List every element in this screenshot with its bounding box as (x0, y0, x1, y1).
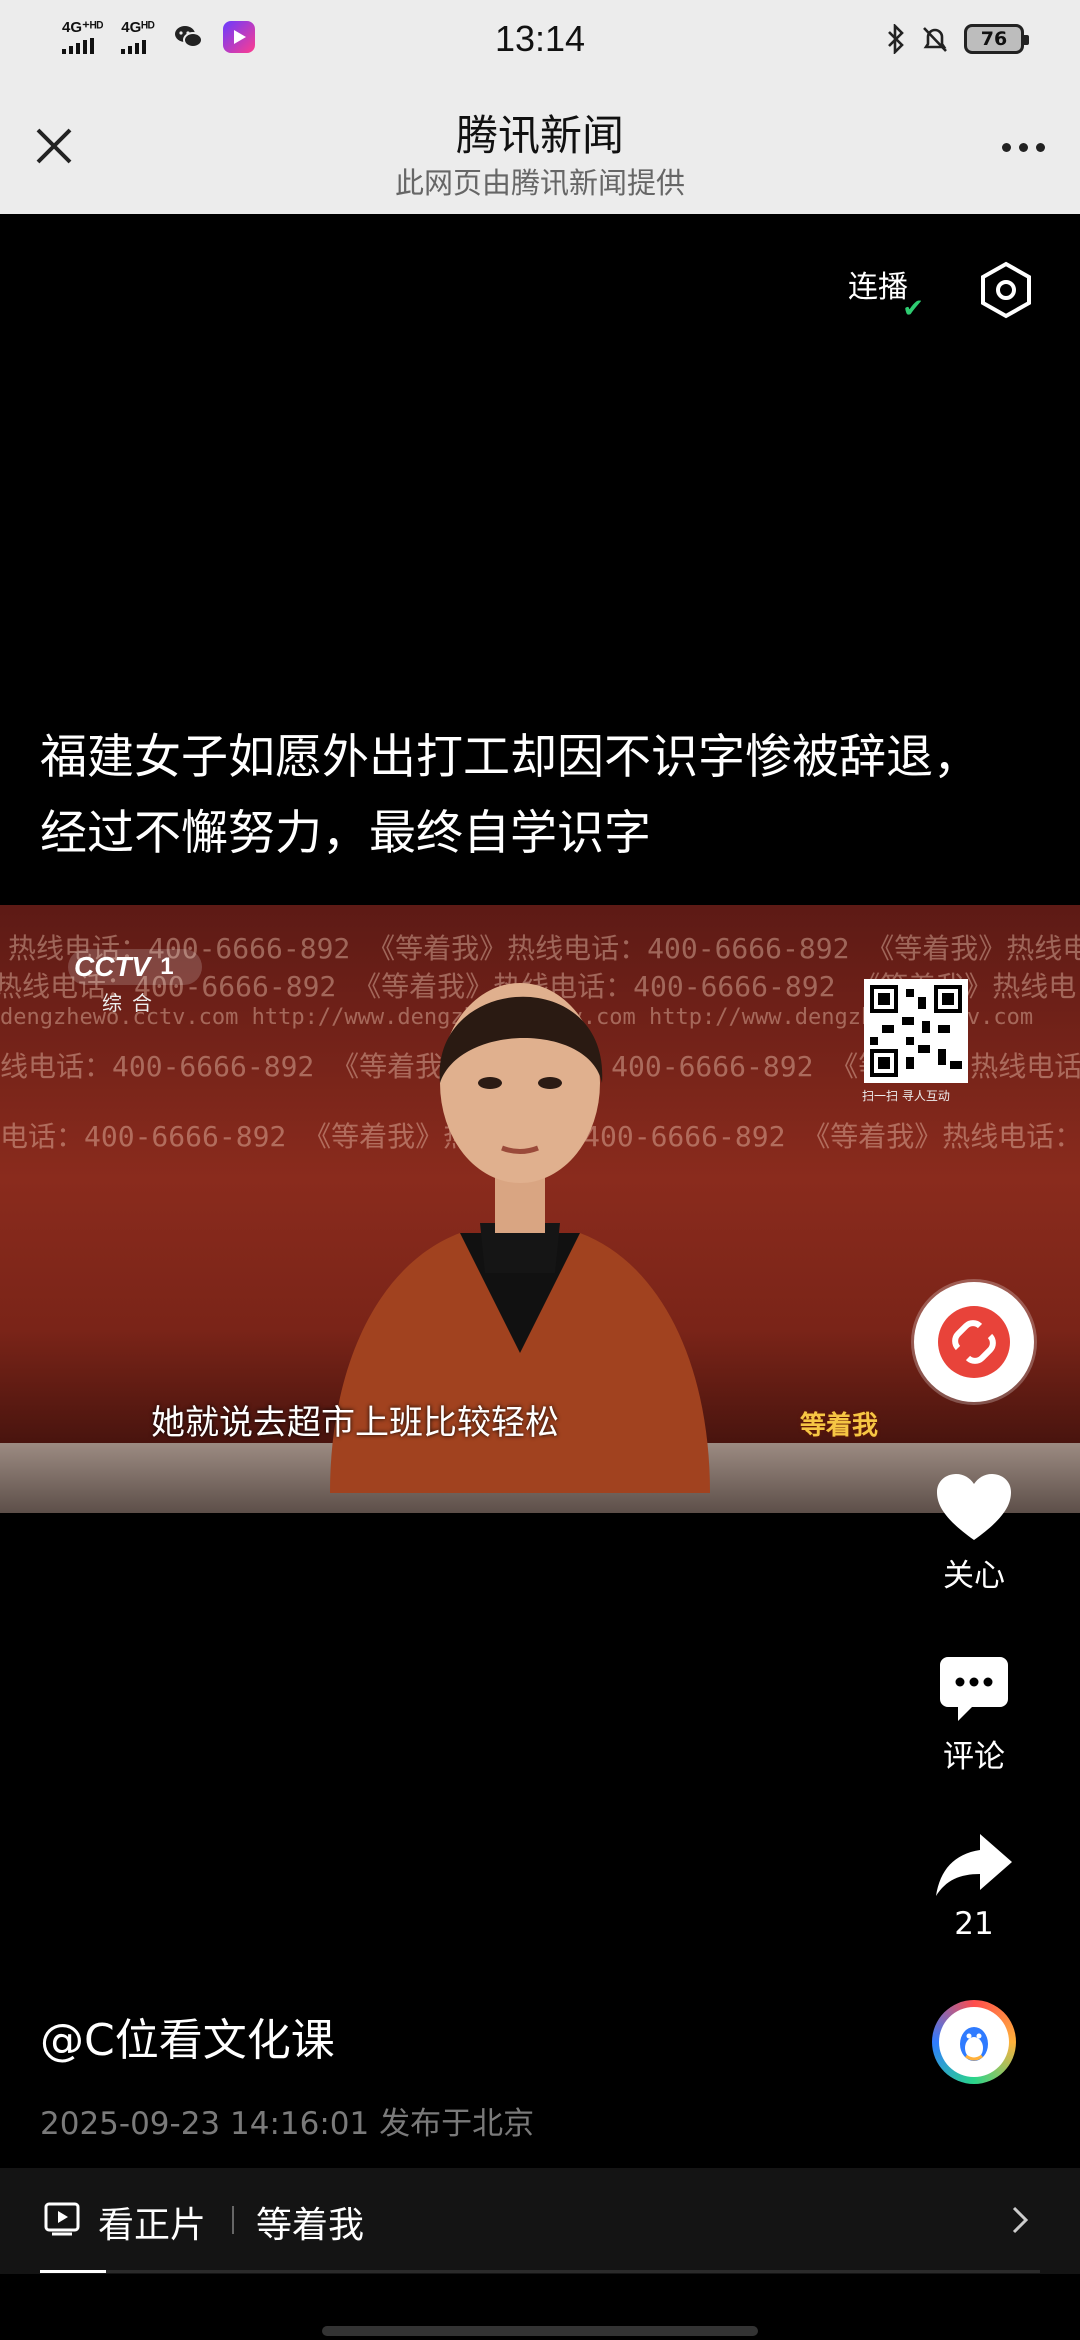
settings-hexagon-icon (981, 261, 1031, 319)
watch-full-bar[interactable]: 看正片 等着我 (0, 2168, 1080, 2274)
progress-track[interactable] (40, 2270, 1040, 2273)
show-name: 等着我 (256, 2205, 365, 2246)
page-title: 腾讯新闻 (455, 111, 624, 160)
check-icon: ✔ (902, 294, 924, 324)
follow-button[interactable]: 关心 (914, 1472, 1034, 1595)
autoplay-toggle[interactable]: 连播 ✔ (848, 262, 924, 324)
link-brand-icon (938, 1306, 1010, 1378)
more-dot-icon (1001, 142, 1011, 152)
show-logo: 等着我 (800, 1411, 879, 1441)
penguin-icon (939, 2007, 1009, 2077)
progress-fill (40, 2270, 106, 2273)
watch-full-label: 看正片 (98, 2205, 207, 2246)
article-headline: 福建女子如愿外出打工却因不识字惨被辞退，经过不懈努力，最终自学识字 (40, 730, 980, 861)
qr-code (864, 979, 968, 1083)
chevron-right-icon (1012, 2206, 1029, 2234)
cctv-channel: CCTV (74, 951, 151, 982)
divider (232, 2206, 234, 2234)
heart-icon (937, 1474, 1011, 1540)
video-subtitle: 她就说去超市上班比较轻松 (151, 1403, 559, 1443)
bell-muted-icon (923, 27, 947, 52)
cctv-channel-sub: 综合 (102, 991, 162, 1015)
comment-label: 评论 (943, 1739, 1005, 1775)
battery-indicator: 76 (964, 24, 1029, 54)
author-handle[interactable]: @C位看文化课 (40, 2004, 335, 2068)
follow-label: 关心 (943, 1558, 1005, 1594)
comment-button[interactable]: 评论 (914, 1655, 1034, 1776)
autoplay-label: 连播 (848, 270, 908, 305)
comment-icon (940, 1657, 1008, 1721)
bluetooth-icon (888, 24, 904, 54)
settings-button[interactable] (976, 260, 1036, 320)
status-right: 76 (886, 24, 1029, 54)
qr-pattern-icon (870, 985, 962, 1077)
brand-float-button[interactable] (914, 1282, 1034, 1402)
title-bar: 腾讯新闻 此网页由腾讯新闻提供 (0, 84, 1080, 214)
share-count: 21 (954, 1906, 994, 1942)
video-play-icon (44, 2202, 80, 2236)
status-bar: 4G⁺ᴴᴰ 4Gᴴᴰ 13:14 76 (0, 0, 1080, 84)
more-dot-icon (1035, 142, 1045, 152)
cctv-channel-number: 1 (160, 953, 174, 980)
home-indicator[interactable] (322, 2326, 758, 2336)
more-dot-icon (1018, 142, 1028, 152)
publish-meta: 2025-09-23 14:16:01 发布于北京 (40, 2106, 535, 2142)
video-player[interactable]: 热线电话：400-6666-892 《等着我》热线电话：400-6666-892… (0, 905, 1080, 1513)
share-arrow-icon (936, 1834, 1012, 1896)
cctv-logo: CCTV 1 (68, 949, 202, 985)
more-menu-button[interactable] (988, 122, 1058, 172)
qr-caption: 扫一扫 寻人互动 (862, 1089, 950, 1103)
share-button[interactable]: 21 (914, 1832, 1034, 1942)
page-subtitle: 此网页由腾讯新闻提供 (394, 166, 685, 200)
publisher-avatar[interactable] (932, 2000, 1016, 2084)
